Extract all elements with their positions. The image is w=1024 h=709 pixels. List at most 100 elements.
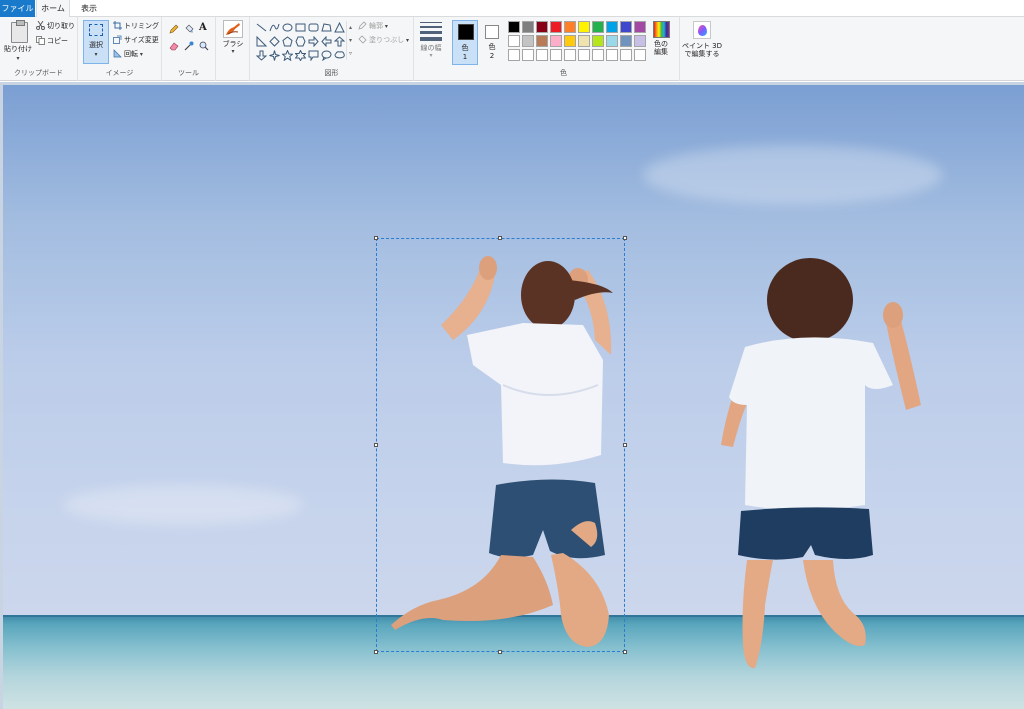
right-arrow-shape-icon[interactable] xyxy=(308,36,319,47)
selection-handle-right[interactable] xyxy=(623,443,627,447)
selection-handle-top-left[interactable] xyxy=(374,236,378,240)
up-arrow-shape-icon[interactable] xyxy=(334,36,345,47)
shapes-scroll[interactable]: ▴ ▾ ▿ xyxy=(346,21,354,60)
copy-button[interactable]: コピー xyxy=(36,36,68,46)
palette-color-swatch[interactable] xyxy=(578,35,590,47)
eraser-icon[interactable] xyxy=(169,41,179,54)
cloud-callout-icon[interactable] xyxy=(334,50,345,61)
palette-color-swatch[interactable] xyxy=(536,21,548,33)
down-arrow-shape-icon[interactable] xyxy=(256,50,267,61)
palette-color-swatch[interactable] xyxy=(508,49,520,61)
drawing-canvas[interactable] xyxy=(3,85,1024,709)
ribbon: 貼り付け ▾ 切り取り コピー クリップボード 選択 ▾ トリミング サイズ変更… xyxy=(0,17,1024,81)
right-triangle-shape-icon[interactable] xyxy=(256,36,267,47)
selection-handle-bottom[interactable] xyxy=(498,650,502,654)
palette-color-swatch[interactable] xyxy=(634,21,646,33)
palette-color-swatch[interactable] xyxy=(592,49,604,61)
selection-handle-bottom-left[interactable] xyxy=(374,650,378,654)
color1-button[interactable]: 色1 xyxy=(452,20,478,65)
line-shape-icon[interactable] xyxy=(256,22,267,33)
tab-home[interactable]: ホーム xyxy=(36,0,70,18)
palette-color-swatch[interactable] xyxy=(550,35,562,47)
magnifier-icon[interactable] xyxy=(199,41,209,54)
select-button[interactable]: 選択 ▾ xyxy=(83,20,109,64)
selection-handle-top[interactable] xyxy=(498,236,502,240)
palette-color-swatch[interactable] xyxy=(578,49,590,61)
palette-color-swatch[interactable] xyxy=(564,35,576,47)
palette-color-swatch[interactable] xyxy=(578,21,590,33)
edit-colors-icon xyxy=(652,21,670,38)
clipboard-group-label: クリップボード xyxy=(14,69,63,77)
brushes-button[interactable]: ブラシ ▾ xyxy=(218,20,248,56)
palette-color-swatch[interactable] xyxy=(592,35,604,47)
six-point-star-icon[interactable] xyxy=(295,50,306,61)
palette-color-swatch[interactable] xyxy=(634,35,646,47)
triangle-shape-icon[interactable] xyxy=(334,22,345,33)
palette-color-swatch[interactable] xyxy=(508,35,520,47)
palette-color-swatch[interactable] xyxy=(536,35,548,47)
curve-shape-icon[interactable] xyxy=(269,22,280,33)
palette-color-swatch[interactable] xyxy=(522,21,534,33)
color-picker-icon[interactable] xyxy=(184,41,194,54)
palette-color-swatch[interactable] xyxy=(620,21,632,33)
oval-callout-icon[interactable] xyxy=(321,50,332,61)
palette-color-swatch[interactable] xyxy=(606,35,618,47)
tab-file[interactable]: ファイル xyxy=(0,0,35,17)
palette-color-swatch[interactable] xyxy=(606,21,618,33)
selection-rectangle[interactable] xyxy=(374,236,627,654)
rectangle-shape-icon[interactable] xyxy=(295,22,306,33)
size-label: 線の幅 xyxy=(420,44,442,52)
color2-swatch xyxy=(485,25,499,39)
five-point-star-icon[interactable] xyxy=(282,50,293,61)
palette-color-swatch[interactable] xyxy=(564,49,576,61)
rotate-button[interactable]: 回転 ▾ xyxy=(113,49,143,59)
fill-label: 塗りつぶし xyxy=(369,36,405,44)
text-tool-icon[interactable]: A xyxy=(199,23,207,33)
paste-button[interactable]: 貼り付け ▾ xyxy=(2,17,34,67)
pencil-icon[interactable] xyxy=(169,24,179,37)
polygon-shape-icon[interactable] xyxy=(321,22,332,33)
tab-view[interactable]: 表示 xyxy=(72,0,106,17)
palette-color-swatch[interactable] xyxy=(508,21,520,33)
palette-color-swatch[interactable] xyxy=(564,21,576,33)
outline-label: 輪郭 xyxy=(369,22,383,30)
crop-icon xyxy=(113,21,122,30)
color2-button[interactable]: 色2 xyxy=(482,20,502,65)
four-point-star-icon[interactable] xyxy=(269,50,280,61)
paint3d-icon xyxy=(693,21,711,39)
selection-handle-left[interactable] xyxy=(374,443,378,447)
rect-callout-icon[interactable] xyxy=(308,50,319,61)
selection-handle-top-right[interactable] xyxy=(623,236,627,240)
palette-color-swatch[interactable] xyxy=(522,49,534,61)
edit-with-paint3d-button[interactable]: ペイント 3D で編集する xyxy=(681,21,723,58)
palette-color-swatch[interactable] xyxy=(550,49,562,61)
palette-color-swatch[interactable] xyxy=(606,49,618,61)
resize-button[interactable]: サイズ変更 xyxy=(113,35,159,45)
fill-button[interactable]: 塗りつぶし ▾ xyxy=(358,35,409,45)
hexagon-shape-icon[interactable] xyxy=(295,36,306,47)
oval-shape-icon[interactable] xyxy=(282,22,293,33)
pentagon-shape-icon[interactable] xyxy=(282,36,293,47)
palette-color-swatch[interactable] xyxy=(592,21,604,33)
edit-colors-button[interactable]: 色の 編集 xyxy=(650,21,672,56)
palette-color-swatch[interactable] xyxy=(550,21,562,33)
palette-color-swatch[interactable] xyxy=(634,49,646,61)
shapes-gallery xyxy=(256,21,348,61)
rounded-rectangle-shape-icon[interactable] xyxy=(308,22,319,33)
palette-color-swatch[interactable] xyxy=(620,35,632,47)
copy-icon xyxy=(36,36,45,45)
selection-handle-bottom-right[interactable] xyxy=(623,650,627,654)
cut-button[interactable]: 切り取り xyxy=(36,20,75,31)
brush-icon xyxy=(223,20,243,38)
crop-button[interactable]: トリミング xyxy=(113,21,159,31)
fill-bucket-icon[interactable] xyxy=(184,24,194,37)
left-arrow-shape-icon[interactable] xyxy=(321,36,332,47)
color1-label: 色1 xyxy=(461,44,469,61)
palette-color-swatch[interactable] xyxy=(536,49,548,61)
colors-group: 色1 色2 色の 編集 色 xyxy=(448,17,680,81)
palette-color-swatch[interactable] xyxy=(620,49,632,61)
size-button[interactable]: 線の幅 ▾ xyxy=(417,20,445,60)
outline-button[interactable]: 輪郭 ▾ xyxy=(358,21,388,31)
palette-color-swatch[interactable] xyxy=(522,35,534,47)
diamond-shape-icon[interactable] xyxy=(269,36,280,47)
